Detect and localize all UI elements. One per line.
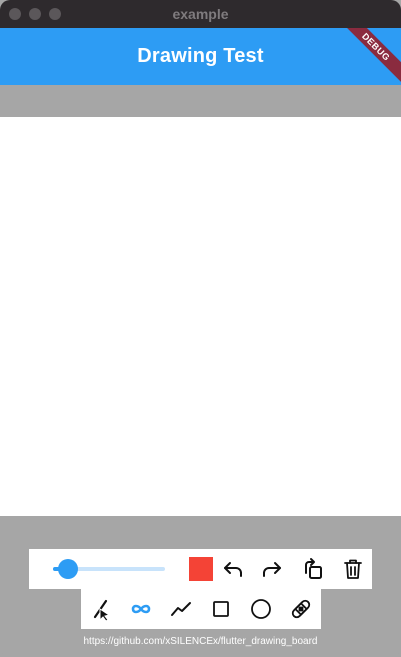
app-bar: Drawing Test DEBUG — [0, 28, 401, 85]
pen-icon — [93, 599, 111, 621]
delete-icon — [344, 559, 362, 579]
redo-button[interactable] — [258, 555, 286, 583]
page-title: Drawing Test — [137, 45, 264, 67]
polyline-tool-button[interactable] — [167, 595, 195, 623]
rotate-button[interactable] — [299, 555, 327, 583]
rotate-icon — [305, 558, 322, 579]
eraser-icon — [291, 599, 311, 619]
pen-tool-button[interactable] — [87, 595, 115, 623]
color-picker-button[interactable] — [189, 557, 213, 581]
window-title: example — [172, 6, 229, 22]
rectangle-tool-button[interactable] — [207, 595, 235, 623]
slider-thumb[interactable] — [57, 559, 78, 579]
app-window: example Drawing Test DEBUG https://githu… — [0, 0, 401, 657]
polyline-icon — [171, 602, 191, 616]
clear-button[interactable] — [339, 555, 367, 583]
stroke-width-slider[interactable] — [53, 559, 165, 579]
infinity-icon — [131, 604, 151, 614]
debug-banner: DEBUG — [332, 28, 401, 85]
redo-icon — [263, 562, 281, 577]
undo-icon — [224, 562, 242, 577]
drawing-tools-toolbar — [81, 589, 321, 629]
circle-tool-button[interactable] — [247, 595, 275, 623]
square-icon — [213, 601, 229, 617]
freehand-tool-button[interactable] — [127, 595, 155, 623]
minimize-window-button[interactable] — [29, 8, 41, 20]
title-bar: example — [0, 0, 401, 28]
drawing-options-toolbar — [29, 549, 372, 589]
eraser-tool-button[interactable] — [287, 595, 315, 623]
zoom-window-button[interactable] — [49, 8, 61, 20]
github-link[interactable]: https://github.com/xSILENCEx/flutter_dra… — [0, 636, 401, 647]
close-window-button[interactable] — [9, 8, 21, 20]
drawing-canvas[interactable] — [0, 117, 401, 516]
undo-button[interactable] — [219, 555, 247, 583]
circle-icon — [251, 599, 271, 619]
